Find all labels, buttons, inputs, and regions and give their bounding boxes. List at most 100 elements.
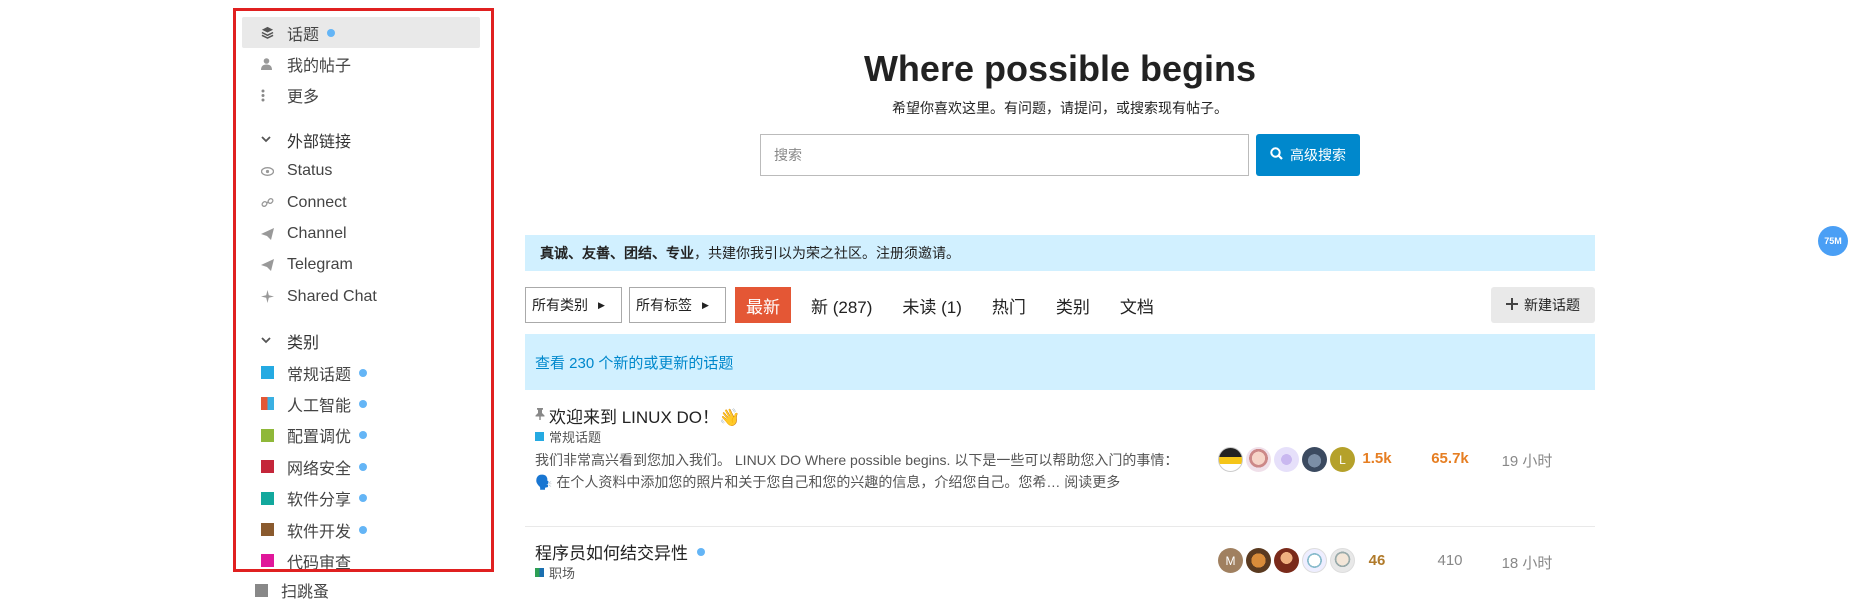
tag-dropdown[interactable]: 所有标签 ▶ [629,287,726,323]
category-color-swatch [261,397,287,411]
sidebar-item-category[interactable]: 配置调优 [242,420,480,451]
search-input[interactable] [760,134,1249,176]
sidebar: 话题 我的帖子 更多 外部链接 Status Connect Channel T… [233,8,494,572]
new-topics-notice[interactable]: 查看 230 个新的或更新的话题 [525,334,1595,390]
paper-plane-icon [261,259,287,272]
user-icon [261,58,287,71]
new-topic-button[interactable]: 新建话题 [1491,287,1595,323]
sidebar-item-connect[interactable]: Connect [242,187,480,218]
sidebar-item-channel[interactable]: Channel [242,218,480,249]
sidebar-section-categories[interactable]: 类别 [242,326,480,357]
paper-plane-icon [261,228,287,241]
caret-right-icon: ▶ [598,299,605,310]
dropdown-label: 所有类别 [532,297,588,313]
activity-time[interactable]: 18 小时 [1497,552,1557,573]
pin-icon [535,408,545,423]
sidebar-item-category[interactable]: 网络安全 [242,451,480,482]
sidebar-item-label: 软件开发 [287,523,352,541]
layers-icon [261,26,287,40]
announcement-banner: 真诚、友善、团结、专业 ，共建你我引以为荣之社区。注册须邀请。 [525,235,1595,271]
reply-count[interactable]: 46 [1347,552,1407,569]
topic-title: 欢迎来到 LINUX DO！👋 [549,408,741,427]
poster-avatars: L [1218,447,1355,472]
category-color-swatch [255,583,268,597]
dropdown-label: 所有标签 [636,297,692,313]
avatar[interactable] [1246,447,1271,472]
sidebar-item-label: 代码审查 [287,554,352,572]
tab-new[interactable]: 新 (287) [801,287,882,323]
topic-category[interactable]: 职场 [535,563,575,582]
memory-badge[interactable]: 75M [1818,226,1848,256]
section-label: 外部链接 [287,133,352,151]
tab-top[interactable]: 热门 [982,287,1036,323]
sidebar-item-my-posts[interactable]: 我的帖子 [242,48,480,79]
page-subtitle: 希望你喜欢这里。有问题，请提问，或搜索现有帖子。 [892,100,1228,116]
banner-text: ，共建你我引以为荣之社区。注册须邀请。 [694,245,960,261]
category-label: 常规话题 [549,430,602,445]
category-color-swatch [261,491,287,505]
avatar-letter: L [1339,452,1346,467]
advanced-search-label: 高级搜索 [1290,147,1346,163]
page-title: Where possible begins [863,48,1257,89]
avatar[interactable] [1246,548,1271,573]
topic-excerpt: 我们非常高兴看到您加入我们。 LINUX DO Where possible b… [535,449,1185,493]
topic-row: 欢迎来到 LINUX DO！👋 常规话题 我们非常高兴看到您加入我们。 LINU… [525,403,1595,527]
avatar[interactable]: M [1218,548,1243,573]
sidebar-item-label: 配置调优 [287,429,352,447]
read-more-link[interactable]: 阅读更多 [1064,474,1120,490]
sidebar-item-label: 我的帖子 [287,58,352,76]
unread-dot [327,28,336,37]
sidebar-item-topics[interactable]: 话题 [242,17,480,49]
tab-unread[interactable]: 未读 (1) [892,287,972,323]
topic-category[interactable]: 常规话题 [535,427,601,446]
sidebar-item-status[interactable]: Status [242,156,480,187]
avatar[interactable] [1274,447,1299,472]
sidebar-item-label: 扫跳蚤 [281,584,330,601]
avatar[interactable] [1302,447,1327,472]
sidebar-item-telegram[interactable]: Telegram [242,250,480,281]
sidebar-item-label: Status [287,162,333,180]
new-topic-label: 新建话题 [1524,297,1580,313]
sidebar-item-label: 人工智能 [287,397,352,415]
tab-docs[interactable]: 文档 [1110,287,1164,323]
reply-count[interactable]: 1.5k [1347,450,1407,467]
topic-title-link[interactable]: 欢迎来到 LINUX DO！👋 [535,403,740,428]
tab-categories[interactable]: 类别 [1046,287,1100,323]
category-color-swatch [535,432,544,441]
advanced-search-button[interactable]: 高级搜索 [1256,134,1360,176]
sidebar-item-category[interactable]: 软件开发 [242,514,480,545]
avatar[interactable] [1218,447,1243,472]
sidebar-item-category[interactable]: 软件分享 [242,482,480,513]
sidebar-item-partial[interactable]: 扫跳蚤 [255,578,329,602]
sidebar-section-external-links[interactable]: 外部链接 [242,124,480,155]
topic-title-link[interactable]: 程序员如何结交异性 [535,539,705,564]
plus-icon [1506,297,1518,313]
sidebar-item-shared-chat[interactable]: Shared Chat [242,281,480,312]
link-icon [261,196,287,209]
tab-latest[interactable]: 最新 [735,287,791,323]
topic-row: 程序员如何结交异性 职场 M 46 410 18 小时 [525,539,1595,599]
avatar-letter: M [1225,553,1236,568]
sidebar-item-label: 更多 [287,89,320,107]
category-color-swatch [535,568,544,577]
category-color-swatch [261,554,287,568]
activity-time[interactable]: 19 小时 [1497,450,1557,471]
sidebar-item-label: Channel [287,225,347,243]
banner-bold-text: 真诚、友善、团结、专业 [540,245,694,261]
sidebar-item-category[interactable]: 代码审查 [242,545,480,572]
unread-dot [359,431,368,440]
sidebar-item-label: Connect [287,193,347,211]
avatar[interactable] [1302,548,1327,573]
view-count: 65.7k [1431,450,1469,467]
sidebar-item-label: 话题 [287,26,320,44]
category-dropdown[interactable]: 所有类别 ▶ [525,287,622,323]
sidebar-item-category[interactable]: 常规话题 [242,357,480,388]
chevron-down-icon [261,335,287,347]
unread-dot [697,547,705,556]
category-color-swatch [261,428,287,442]
sidebar-item-category[interactable]: 人工智能 [242,388,480,419]
view-count: 410 [1437,552,1463,569]
avatar[interactable] [1274,548,1299,573]
topic-title: 程序员如何结交异性 [535,544,688,563]
sidebar-item-more[interactable]: 更多 [242,80,480,111]
